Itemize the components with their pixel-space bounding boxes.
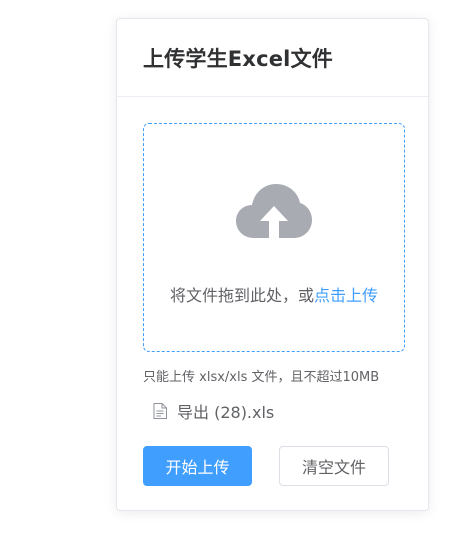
file-list-item[interactable]: 导出 (28).xls — [153, 399, 274, 423]
file-name: 导出 (28).xls — [177, 403, 275, 422]
upload-dropzone[interactable]: 将文件拖到此处，或点击上传 — [143, 123, 405, 352]
drop-instruction: 将文件拖到此处，或点击上传 — [144, 282, 404, 306]
upload-tip: 只能上传 xlsx/xls 文件，且不超过10MB — [143, 370, 380, 385]
document-icon — [153, 403, 167, 419]
card-header: 上传学生Excel文件 — [117, 19, 428, 97]
clear-files-button[interactable]: 清空文件 — [279, 446, 389, 486]
drop-text: 将文件拖到此处，或 — [169, 286, 314, 305]
start-upload-button[interactable]: 开始上传 — [143, 446, 252, 486]
card-title: 上传学生Excel文件 — [143, 46, 333, 71]
upload-card: 上传学生Excel文件 将文件拖到此处，或点击上传 只能上传 xlsx/xls … — [116, 18, 429, 511]
cloud-upload-icon — [236, 184, 312, 240]
click-upload-link[interactable]: 点击上传 — [314, 286, 378, 305]
